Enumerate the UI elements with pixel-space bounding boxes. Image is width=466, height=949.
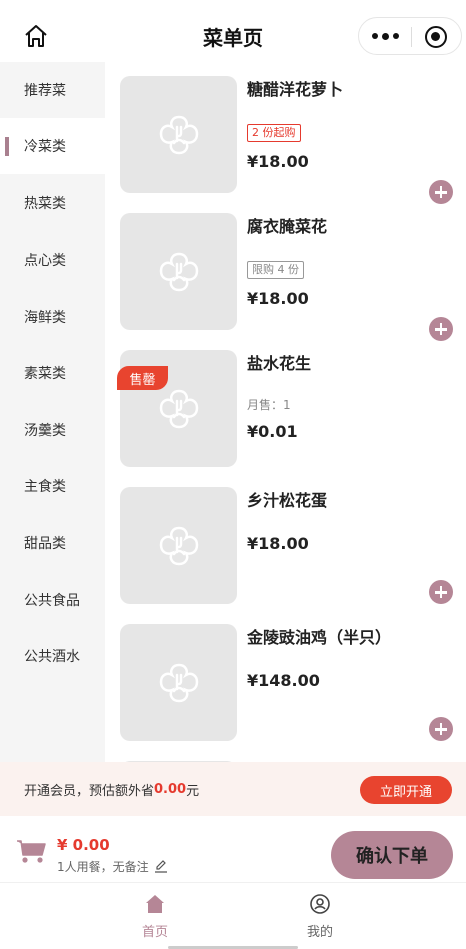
category-sidebar: 推荐菜 冷菜类 热菜类 点心类 海鲜类 素菜类 汤羹类 主食类 甜品类 公共食品…	[0, 62, 105, 762]
add-icon[interactable]	[429, 317, 453, 341]
tab-home-icon	[146, 895, 164, 913]
cart-icon[interactable]	[16, 838, 46, 864]
placeholder-logo-icon	[159, 252, 198, 291]
product-image	[120, 624, 237, 741]
purchase-limit-tag: 限购 4 份	[247, 261, 304, 279]
edit-icon[interactable]	[154, 859, 168, 873]
product-image	[120, 487, 237, 604]
category-item[interactable]: 公共酒水	[0, 628, 105, 684]
member-save-unit: 元	[186, 783, 200, 799]
placeholder-logo-icon	[159, 389, 198, 428]
product-item[interactable]: 乡汁松花蛋 ¥18.00	[105, 487, 466, 624]
category-item[interactable]: 海鲜类	[0, 289, 105, 345]
product-price: ¥18.00	[247, 534, 309, 553]
placeholder-logo-icon	[159, 115, 198, 154]
open-membership-button[interactable]: 立即开通	[360, 776, 452, 804]
tab-mine-label: 我的	[306, 925, 333, 940]
tab-home[interactable]: 首页	[115, 893, 195, 940]
category-item[interactable]: 主食类	[0, 458, 105, 514]
category-item[interactable]: 甜品类	[0, 515, 105, 571]
product-price: ¥0.01	[247, 422, 298, 441]
tab-mine[interactable]: 我的	[280, 893, 360, 940]
cart-note-text: 1人用餐，无备注	[57, 860, 149, 874]
category-item[interactable]: 公共食品	[0, 572, 105, 628]
product-name: 金陵豉油鸡（半只）	[247, 628, 392, 647]
capsule-divider	[411, 27, 412, 47]
header: 菜单页	[0, 0, 466, 70]
tab-user-icon	[310, 894, 330, 914]
category-item[interactable]: 点心类	[0, 232, 105, 288]
mini-program-capsule	[358, 17, 462, 55]
monthly-sales: 月售：1	[247, 398, 291, 412]
product-item[interactable]: 金陵豉油鸡（半只） ¥148.00	[105, 624, 466, 761]
tab-home-label: 首页	[141, 925, 168, 940]
category-item[interactable]: 汤羹类	[0, 402, 105, 458]
product-item[interactable]: 腐衣腌菜花 限购 4 份 ¥18.00	[105, 213, 466, 350]
product-list[interactable]: 糖醋洋花萝卜 2 份起购 ¥18.00 腐衣腌菜花 限购 4 份 ¥18.00 …	[105, 62, 466, 762]
target-icon[interactable]	[425, 26, 447, 48]
product-name: 盐水花生	[247, 354, 312, 373]
product-name: 糖醋洋花萝卜	[247, 80, 344, 99]
member-promo-text: 开通会员，预估额外省	[24, 783, 155, 799]
product-image	[120, 76, 237, 193]
add-icon[interactable]	[429, 717, 453, 741]
placeholder-logo-icon	[159, 526, 198, 565]
product-price: ¥148.00	[247, 671, 320, 690]
cart-total: ¥ 0.00	[57, 836, 110, 854]
product-price: ¥18.00	[247, 289, 309, 308]
confirm-order-button[interactable]: 确认下单	[331, 831, 453, 879]
category-item-active[interactable]: 冷菜类	[0, 118, 105, 174]
category-item[interactable]: 热菜类	[0, 175, 105, 231]
product-item[interactable]: 糖醋洋花萝卜 2 份起购 ¥18.00	[105, 76, 466, 213]
more-icon[interactable]	[359, 18, 411, 54]
category-item[interactable]: 推荐菜	[0, 62, 105, 118]
product-image	[120, 213, 237, 330]
category-item[interactable]: 素菜类	[0, 345, 105, 401]
min-order-tag: 2 份起购	[247, 124, 301, 142]
sold-out-badge: 售罄	[117, 366, 168, 390]
tab-bar: 首页 我的	[0, 882, 466, 949]
placeholder-logo-icon	[159, 663, 198, 702]
add-icon[interactable]	[429, 580, 453, 604]
add-icon[interactable]	[429, 180, 453, 204]
product-name: 腐衣腌菜花	[247, 217, 328, 236]
product-price: ¥18.00	[247, 152, 309, 171]
cart-note[interactable]: 1人用餐，无备注	[57, 858, 168, 875]
member-save-amount: 0.00	[154, 781, 187, 797]
member-promo-bar: 开通会员，预估额外省 0.00 元 立即开通	[0, 762, 466, 816]
cart-bar: ¥ 0.00 1人用餐，无备注 确认下单	[0, 816, 466, 882]
product-name: 乡汁松花蛋	[247, 491, 328, 510]
